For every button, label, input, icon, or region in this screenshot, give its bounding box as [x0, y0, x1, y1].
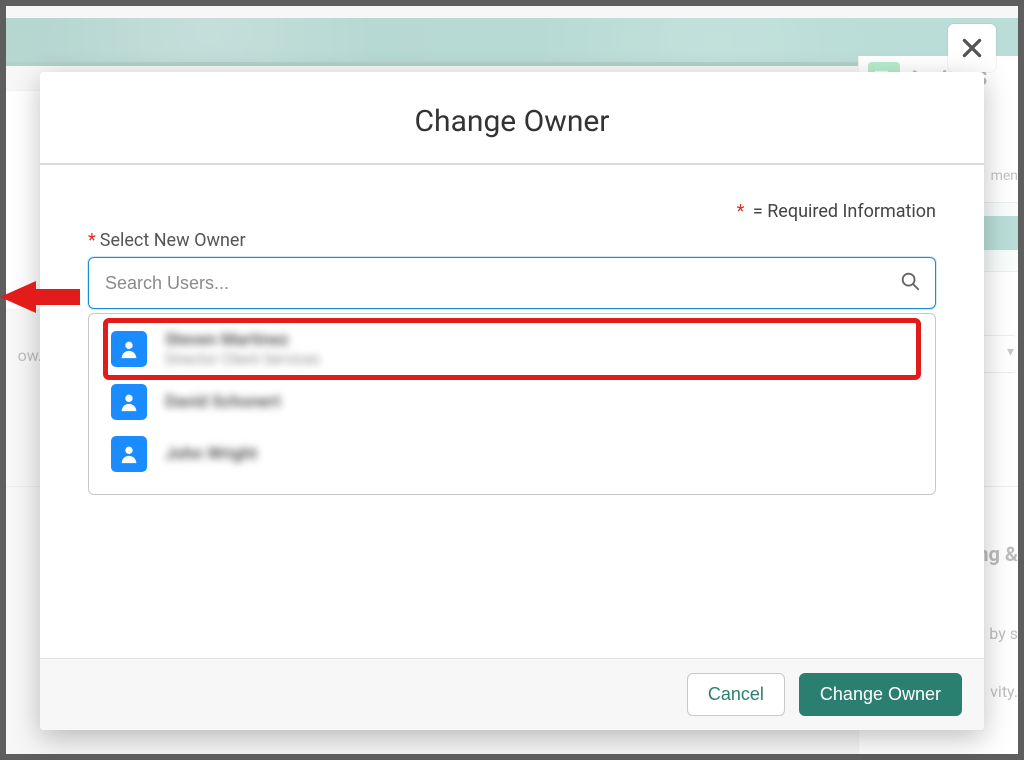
user-name: John Wright [165, 444, 257, 464]
required-asterisk: * [737, 201, 745, 222]
modal-footer: Cancel Change Owner [40, 658, 984, 730]
change-owner-button[interactable]: Change Owner [799, 673, 962, 716]
close-icon [959, 35, 985, 61]
user-avatar-icon [111, 384, 147, 420]
select-owner-label-text: Select New Owner [100, 230, 246, 251]
user-name: Steven Martinez [165, 330, 320, 350]
user-option[interactable]: Steven Martinez Director Client Services [107, 322, 917, 376]
search-users-input[interactable] [105, 273, 889, 294]
user-name: David Schonert [165, 392, 281, 412]
cancel-button[interactable]: Cancel [687, 673, 785, 716]
field-required-asterisk: * [88, 230, 96, 251]
modal-header: Change Owner [40, 72, 984, 165]
user-subtitle: Director Client Services [165, 350, 320, 368]
user-option[interactable]: David Schonert [89, 376, 935, 428]
search-icon [899, 270, 921, 296]
required-info-note: * = Required Information [88, 201, 936, 222]
close-button[interactable] [948, 24, 996, 72]
select-owner-label: *Select New Owner [88, 230, 936, 251]
user-dropdown: Steven Martinez Director Client Services… [88, 313, 936, 495]
user-avatar-icon [111, 436, 147, 472]
user-avatar-icon [111, 331, 147, 367]
change-owner-modal: Change Owner * = Required Information *S… [40, 72, 984, 730]
modal-title: Change Owner [60, 104, 964, 139]
modal-body: * = Required Information *Select New Own… [40, 165, 984, 658]
required-info-text: = Required Information [753, 201, 936, 222]
search-users-field[interactable] [88, 257, 936, 309]
user-option[interactable]: John Wright [89, 428, 935, 480]
